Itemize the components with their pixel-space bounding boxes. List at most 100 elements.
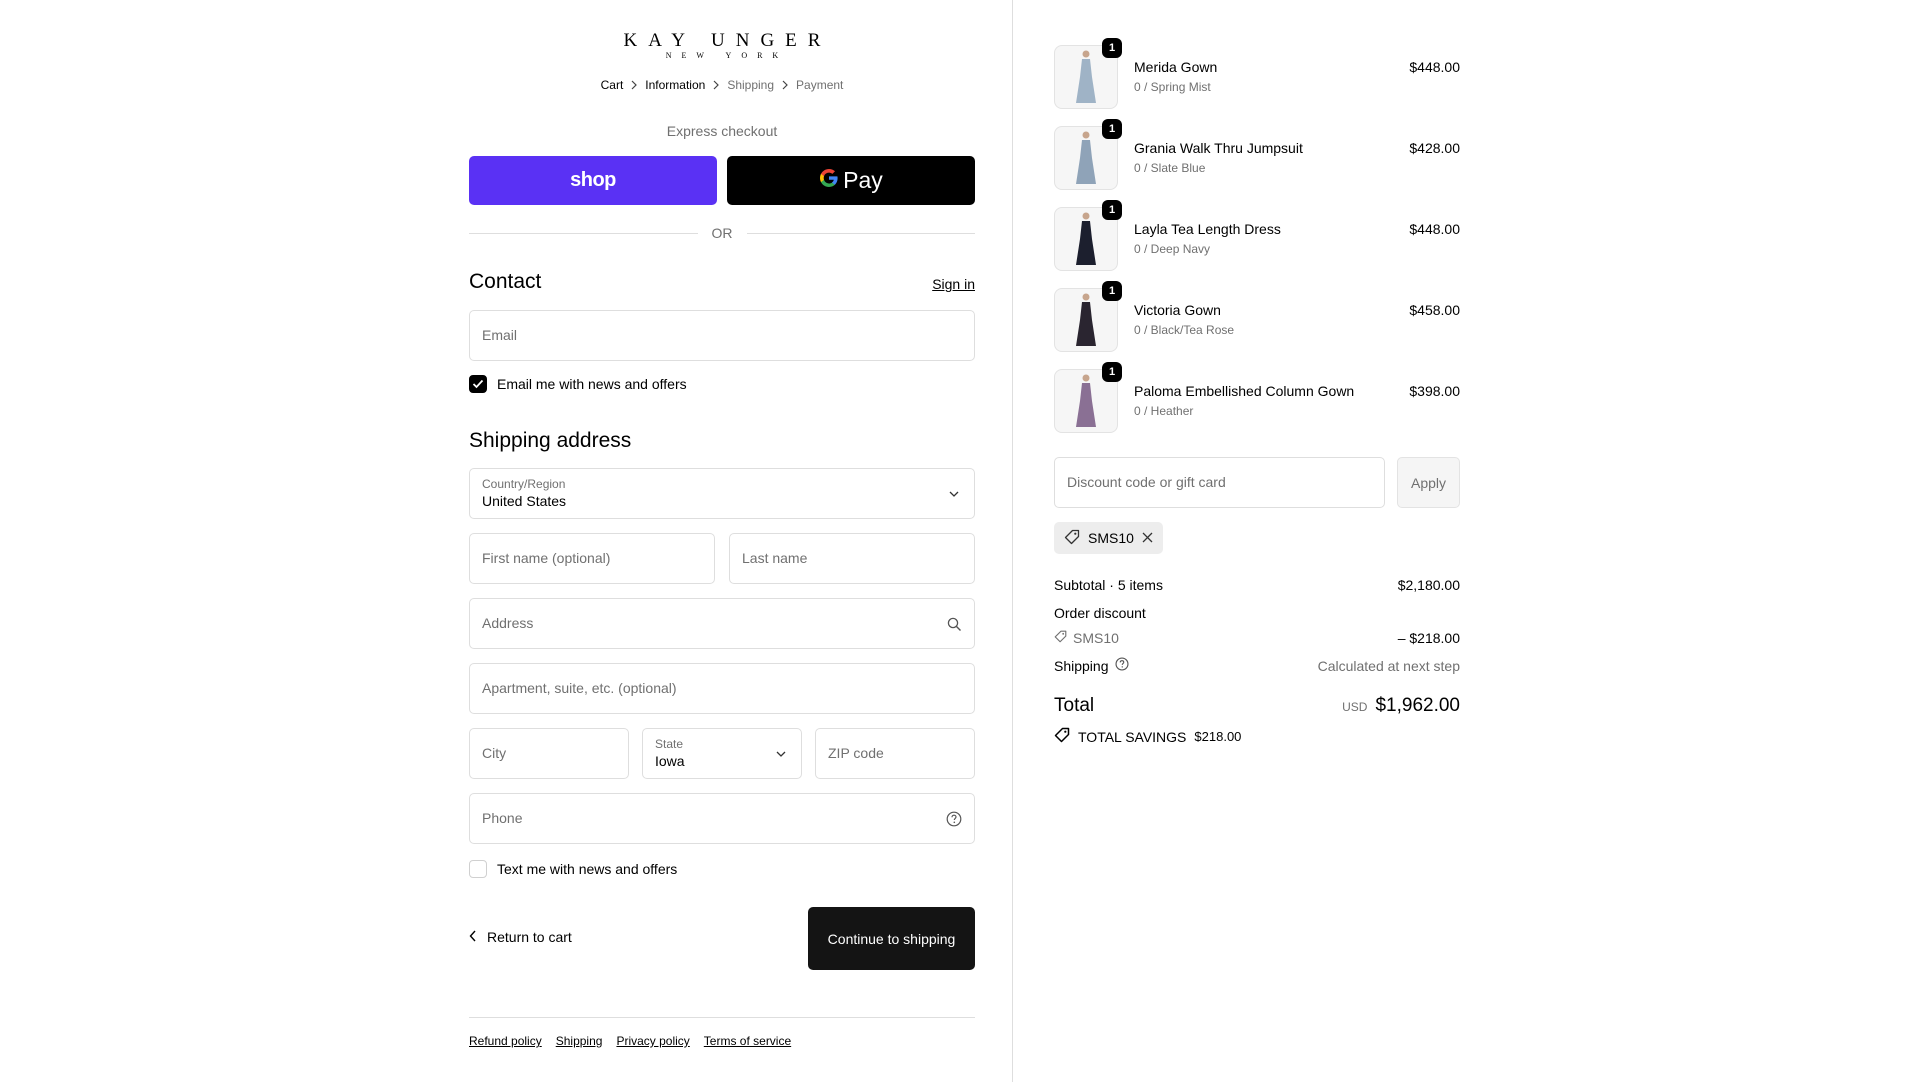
item-variant: 0 / Slate Blue bbox=[1134, 161, 1206, 175]
email-opt-in-label: Email me with news and offers bbox=[497, 376, 687, 392]
terms-of-service-link[interactable]: Terms of service bbox=[704, 1034, 791, 1048]
first-name-field[interactable]: First name (optional) bbox=[469, 533, 715, 584]
footer-divider bbox=[469, 1017, 975, 1018]
item-price: $428.00 bbox=[1409, 140, 1460, 156]
breadcrumb-cart[interactable]: Cart bbox=[601, 78, 624, 92]
applied-discount-tag: SMS10 bbox=[1054, 522, 1163, 554]
item-price: $448.00 bbox=[1409, 59, 1460, 75]
country-select[interactable]: Country/Region United States bbox=[469, 468, 975, 519]
checkmark-icon bbox=[472, 379, 484, 389]
city-field[interactable]: City bbox=[469, 728, 629, 779]
state-select[interactable]: State Iowa bbox=[642, 728, 802, 779]
order-discount-row: Order discount bbox=[1054, 605, 1460, 621]
breadcrumb: Cart Information Shipping Payment bbox=[469, 78, 975, 92]
total-label: Total bbox=[1054, 695, 1095, 716]
help-circle-icon[interactable] bbox=[946, 811, 962, 827]
cart-item: 1 Merida Gown 0 / Spring Mist $448.00 bbox=[1054, 38, 1460, 109]
email-field[interactable]: Email bbox=[469, 310, 975, 361]
brand-name: KAY UNGER bbox=[623, 30, 832, 51]
first-name-placeholder: First name (optional) bbox=[482, 550, 611, 566]
quantity-badge: 1 bbox=[1102, 38, 1122, 58]
discount-code-label: SMS10 bbox=[1073, 630, 1119, 646]
subtotal-value: $2,180.00 bbox=[1397, 577, 1460, 593]
currency-code: USD bbox=[1342, 700, 1368, 714]
savings-value: $218.00 bbox=[1194, 729, 1242, 744]
item-name: Layla Tea Length Dress bbox=[1134, 221, 1281, 237]
return-to-cart-label: Return to cart bbox=[487, 929, 572, 945]
discount-code-row: SMS10 – $218.00 bbox=[1054, 630, 1460, 646]
email-opt-in[interactable]: Email me with news and offers bbox=[469, 375, 687, 393]
or-divider: OR bbox=[469, 225, 975, 241]
contact-heading: Contact bbox=[469, 270, 542, 293]
item-name: Merida Gown bbox=[1134, 59, 1218, 75]
text-opt-in[interactable]: Text me with news and offers bbox=[469, 860, 677, 878]
item-price: $448.00 bbox=[1409, 221, 1460, 237]
chevron-down-icon bbox=[773, 746, 789, 762]
text-opt-in-label: Text me with news and offers bbox=[497, 861, 678, 877]
item-price: $398.00 bbox=[1409, 383, 1460, 399]
footer-links: Refund policy Shipping Privacy policy Te… bbox=[469, 1034, 791, 1048]
chevron-right-icon bbox=[705, 80, 727, 90]
total-value: $1,962.00 bbox=[1375, 695, 1460, 716]
last-name-placeholder: Last name bbox=[742, 550, 808, 566]
shop-pay-label: shop bbox=[570, 169, 616, 191]
refund-policy-link[interactable]: Refund policy bbox=[469, 1034, 542, 1048]
google-pay-label: Pay bbox=[843, 167, 883, 193]
country-value: United States bbox=[482, 493, 567, 509]
applied-code: SMS10 bbox=[1088, 530, 1134, 546]
phone-field[interactable]: Phone bbox=[469, 793, 975, 844]
text-opt-in-checkbox[interactable] bbox=[469, 860, 487, 878]
item-name: Paloma Embellished Column Gown bbox=[1134, 383, 1355, 399]
shipping-policy-link[interactable]: Shipping bbox=[556, 1034, 603, 1048]
remove-discount-icon[interactable] bbox=[1142, 530, 1153, 546]
continue-to-shipping-button[interactable]: Continue to shipping bbox=[808, 907, 975, 970]
apply-discount-button[interactable]: Apply bbox=[1397, 457, 1460, 508]
breadcrumb-shipping: Shipping bbox=[727, 78, 775, 92]
email-opt-in-checkbox[interactable] bbox=[469, 375, 487, 393]
cart-item: 1 Layla Tea Length Dress 0 / Deep Navy $… bbox=[1054, 200, 1460, 271]
item-name: Grania Walk Thru Jumpsuit bbox=[1134, 140, 1303, 156]
phone-placeholder: Phone bbox=[482, 810, 523, 826]
quantity-badge: 1 bbox=[1102, 200, 1122, 220]
breadcrumb-information: Information bbox=[645, 78, 706, 92]
item-variant: 0 / Black/Tea Rose bbox=[1134, 323, 1235, 337]
apartment-placeholder: Apartment, suite, etc. (optional) bbox=[482, 680, 677, 696]
shop-pay-button[interactable]: shop bbox=[469, 156, 717, 205]
privacy-policy-link[interactable]: Privacy policy bbox=[616, 1034, 689, 1048]
total-savings: TOTAL SAVINGS $218.00 bbox=[1054, 727, 1241, 746]
state-label: State bbox=[655, 737, 684, 751]
tag-icon bbox=[1064, 529, 1080, 548]
address-placeholder: Address bbox=[482, 615, 534, 631]
subtotal-label: Subtotal · 5 items bbox=[1054, 577, 1163, 593]
shipping-label: Shipping bbox=[1054, 657, 1109, 674]
zip-field[interactable]: ZIP code bbox=[815, 728, 975, 779]
tag-icon bbox=[1054, 727, 1070, 746]
country-label: Country/Region bbox=[482, 477, 566, 491]
item-variant: 0 / Spring Mist bbox=[1134, 80, 1211, 94]
return-to-cart-link[interactable]: Return to cart bbox=[469, 929, 572, 945]
google-g-icon bbox=[819, 167, 839, 194]
item-variant: 0 / Deep Navy bbox=[1134, 242, 1211, 256]
cart-item: 1 Grania Walk Thru Jumpsuit 0 / Slate Bl… bbox=[1054, 119, 1460, 190]
address-field[interactable]: Address bbox=[469, 598, 975, 649]
last-name-field[interactable]: Last name bbox=[729, 533, 975, 584]
chevron-left-icon bbox=[469, 929, 477, 945]
discount-placeholder: Discount code or gift card bbox=[1067, 474, 1226, 490]
apartment-field[interactable]: Apartment, suite, etc. (optional) bbox=[469, 663, 975, 714]
chevron-right-icon bbox=[774, 80, 796, 90]
discount-code-input[interactable]: Discount code or gift card bbox=[1054, 457, 1385, 508]
google-pay-button[interactable]: Pay bbox=[727, 156, 975, 205]
continue-label: Continue to shipping bbox=[827, 930, 956, 947]
help-circle-icon[interactable] bbox=[1114, 657, 1129, 674]
cart-item: 1 Victoria Gown 0 / Black/Tea Rose $458.… bbox=[1054, 281, 1460, 352]
breadcrumb-payment: Payment bbox=[796, 78, 844, 92]
total-row: Total USD $1,962.00 bbox=[1054, 695, 1460, 717]
shipping-value: Calculated at next step bbox=[1317, 657, 1460, 674]
chevron-right-icon bbox=[623, 80, 645, 90]
search-icon bbox=[946, 616, 962, 632]
brand-logo[interactable]: KAY UNGER NEW YORK bbox=[469, 30, 975, 60]
order-discount-label: Order discount bbox=[1054, 605, 1146, 621]
or-label: OR bbox=[711, 225, 733, 241]
quantity-badge: 1 bbox=[1102, 281, 1122, 301]
sign-in-link[interactable]: Sign in bbox=[932, 276, 975, 292]
